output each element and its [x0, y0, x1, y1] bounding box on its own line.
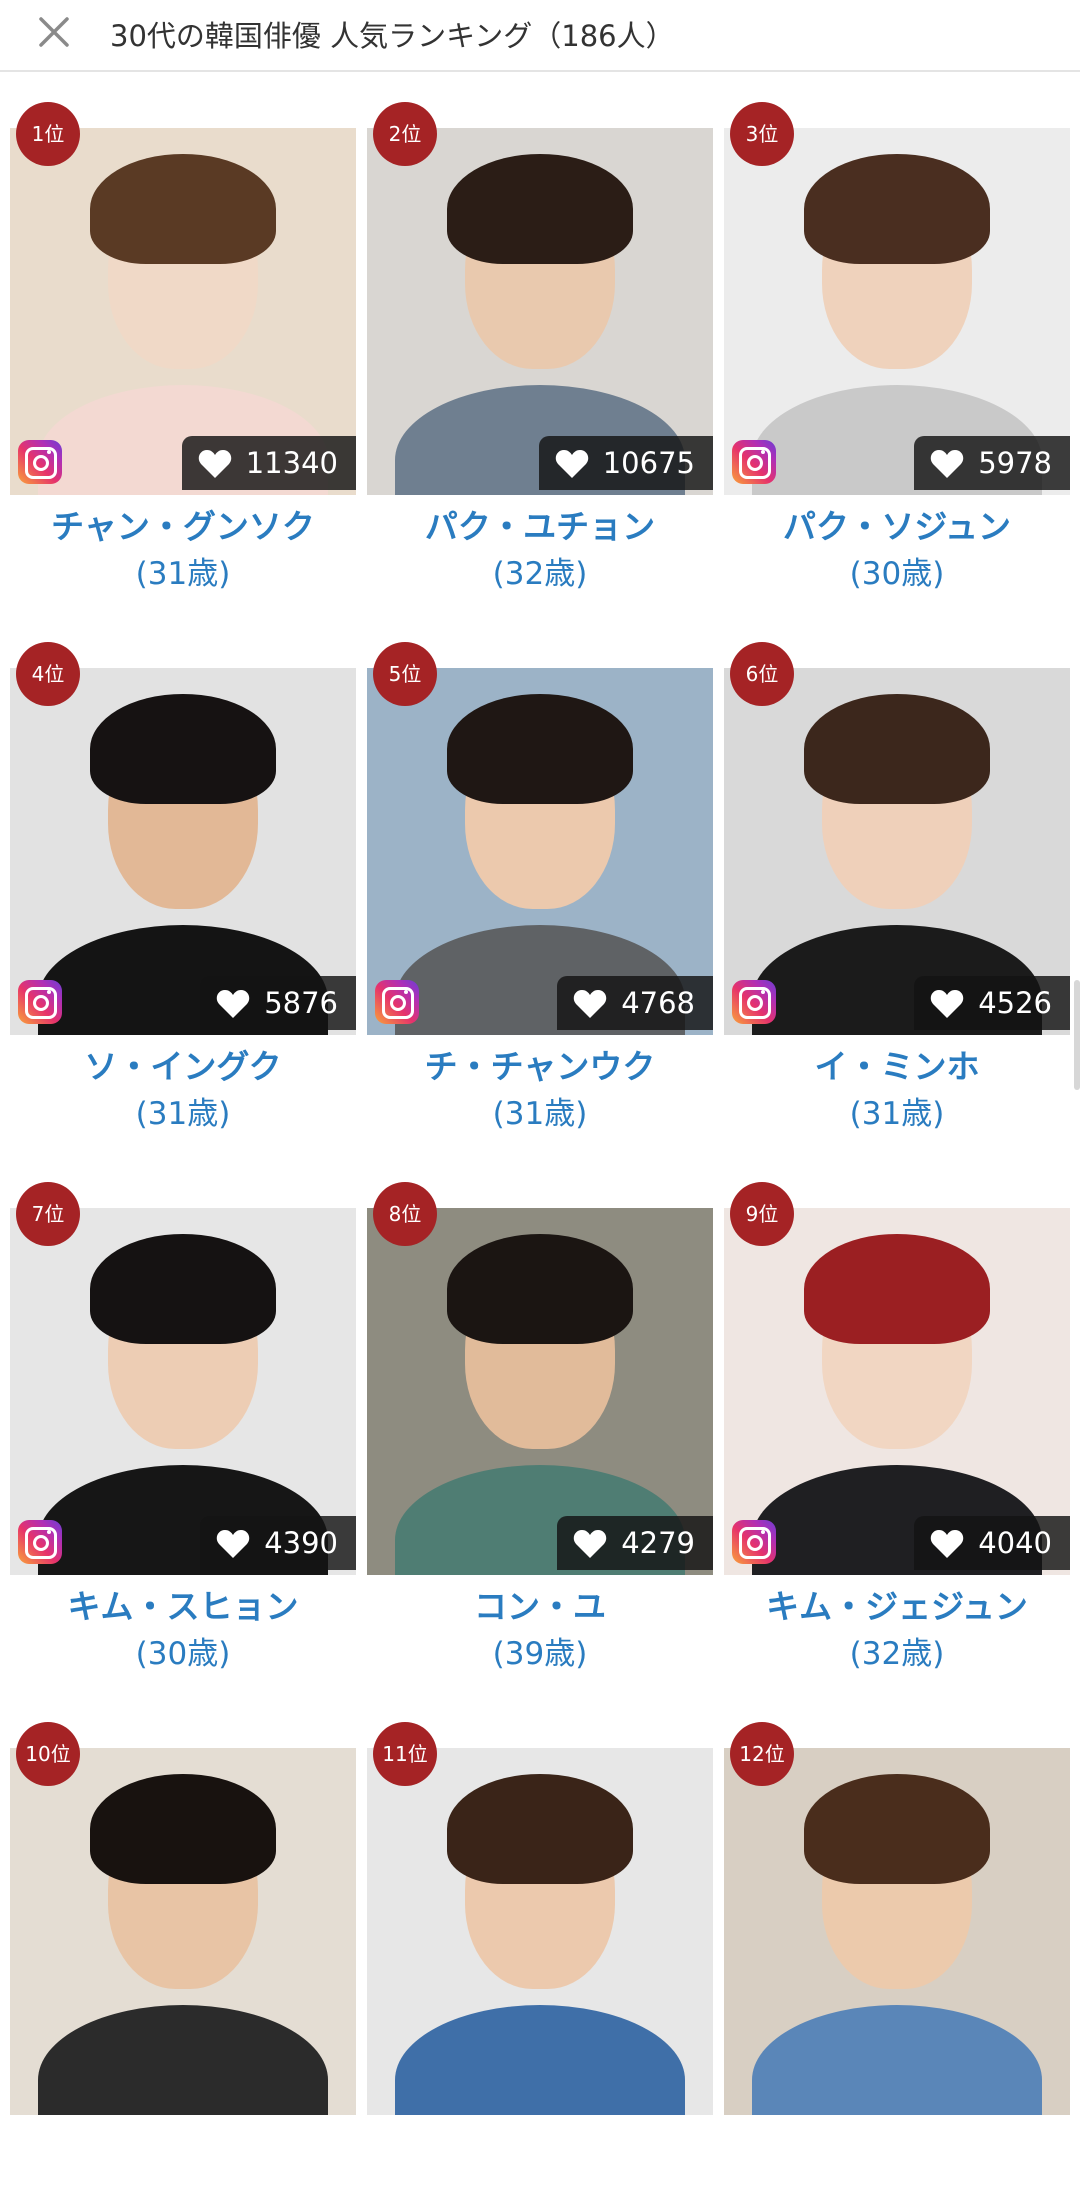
photo-hair [804, 153, 990, 264]
rank-badge: 10位 [16, 1722, 80, 1786]
rank-badge: 2位 [373, 102, 437, 166]
actor-photo[interactable] [367, 1748, 713, 2115]
actor-name[interactable]: コン・ユ [367, 1584, 713, 1630]
actor-photo[interactable] [724, 1748, 1070, 2115]
actor-age: (31歳) [492, 1096, 588, 1132]
instagram-icon[interactable] [732, 440, 776, 484]
heart-icon [216, 990, 250, 1018]
like-count-button[interactable]: 10675 [538, 436, 713, 490]
heart-icon [216, 1530, 250, 1558]
rank-badge: 11位 [373, 1722, 437, 1786]
photo-shoulders [395, 2005, 685, 2115]
like-count: 5978 [978, 446, 1052, 480]
actor-card[interactable]: 9位 4040 キム・ジェジュン (32歳) [724, 1152, 1070, 1672]
scroll-indicator[interactable] [1074, 980, 1080, 1090]
actor-card[interactable]: 11位 [367, 1692, 713, 2212]
like-count: 4279 [621, 1526, 695, 1560]
actor-age: (39歳) [492, 1636, 588, 1672]
actor-name[interactable]: チャン・グンソク [10, 504, 356, 550]
actor-age: (32歳) [849, 1636, 945, 1672]
rank-badge: 4位 [16, 642, 80, 706]
actor-card[interactable]: 3位 5978 パク・ソジュン (30歳) [724, 72, 1070, 592]
like-count-button[interactable]: 4390 [200, 1516, 356, 1570]
photo-hair [804, 1773, 990, 1884]
like-count: 11340 [245, 446, 338, 480]
photo-shoulders [752, 2005, 1042, 2115]
actor-card[interactable]: 4位 5876 ソ・イングク (31歳) [10, 612, 356, 1132]
actor-age: (30歳) [135, 1636, 231, 1672]
like-count-button[interactable]: 4526 [914, 976, 1070, 1030]
like-count: 4526 [978, 986, 1052, 1020]
actor-age: (31歳) [135, 556, 231, 592]
actor-age: (31歳) [135, 1096, 231, 1132]
actor-name[interactable]: パク・ユチョン [367, 504, 713, 550]
like-count: 10675 [602, 446, 695, 480]
actor-card[interactable]: 7位 4390 キム・スヒョン (30歳) [10, 1152, 356, 1672]
actor-photo[interactable] [10, 1748, 356, 2115]
instagram-icon[interactable] [18, 980, 62, 1024]
photo-hair [90, 1233, 276, 1344]
like-count-button[interactable]: 11340 [181, 436, 356, 490]
like-count-button[interactable]: 4040 [914, 1516, 1070, 1570]
actor-card[interactable]: 5位 4768 チ・チャンウク (31歳) [367, 612, 713, 1132]
page-title: 30代の韓国俳優 人気ランキング（186人） [110, 19, 675, 53]
like-count: 4040 [978, 1526, 1052, 1560]
rank-badge: 8位 [373, 1182, 437, 1246]
photo-hair [90, 693, 276, 804]
heart-icon [573, 1530, 607, 1558]
heart-icon [930, 990, 964, 1018]
rank-badge: 1位 [16, 102, 80, 166]
actor-card[interactable]: 8位 4279 コン・ユ (39歳) [367, 1152, 713, 1672]
instagram-icon[interactable] [732, 1520, 776, 1564]
photo-shoulders [38, 2005, 328, 2115]
instagram-icon[interactable] [732, 980, 776, 1024]
rank-badge: 9位 [730, 1182, 794, 1246]
photo-hair [804, 1233, 990, 1344]
heart-icon [930, 1530, 964, 1558]
like-count-button[interactable]: 5876 [200, 976, 356, 1030]
actor-name[interactable]: パク・ソジュン [724, 504, 1070, 550]
heart-icon [930, 450, 964, 478]
photo-hair [804, 693, 990, 804]
rank-badge: 12位 [730, 1722, 794, 1786]
actor-card[interactable]: 6位 4526 イ・ミンホ (31歳) [724, 612, 1070, 1132]
actor-card[interactable]: 2位 10675 パク・ユチョン (32歳) [367, 72, 713, 592]
like-count: 4390 [264, 1526, 338, 1560]
actor-card[interactable]: 10位 [10, 1692, 356, 2212]
actor-name[interactable]: イ・ミンホ [724, 1044, 1070, 1090]
actor-card[interactable]: 1位 11340 チャン・グンソク (31歳) [10, 72, 356, 592]
photo-hair [447, 693, 633, 804]
instagram-icon[interactable] [18, 1520, 62, 1564]
rank-badge: 3位 [730, 102, 794, 166]
rank-badge: 5位 [373, 642, 437, 706]
photo-hair [447, 153, 633, 264]
photo-hair [447, 1773, 633, 1884]
actor-name[interactable]: キム・スヒョン [10, 1584, 356, 1630]
like-count-button[interactable]: 4768 [557, 976, 713, 1030]
heart-icon [198, 450, 231, 478]
rank-badge: 7位 [16, 1182, 80, 1246]
like-count-button[interactable]: 5978 [914, 436, 1070, 490]
top-bar: 30代の韓国俳優 人気ランキング（186人） [0, 0, 1080, 72]
heart-icon [573, 990, 607, 1018]
close-icon[interactable] [28, 12, 80, 56]
photo-hair [90, 153, 276, 264]
instagram-icon[interactable] [375, 980, 419, 1024]
heart-icon [555, 450, 588, 478]
actor-name[interactable]: キム・ジェジュン [724, 1584, 1070, 1630]
actor-name[interactable]: ソ・イングク [10, 1044, 356, 1090]
actor-card[interactable]: 12位 [724, 1692, 1070, 2212]
actor-age: (32歳) [492, 556, 588, 592]
photo-hair [447, 1233, 633, 1344]
like-count: 5876 [264, 986, 338, 1020]
like-count-button[interactable]: 4279 [557, 1516, 713, 1570]
actor-name[interactable]: チ・チャンウク [367, 1044, 713, 1090]
rank-badge: 6位 [730, 642, 794, 706]
actor-age: (31歳) [849, 1096, 945, 1132]
actor-age: (30歳) [849, 556, 945, 592]
photo-hair [90, 1773, 276, 1884]
like-count: 4768 [621, 986, 695, 1020]
instagram-icon[interactable] [18, 440, 62, 484]
